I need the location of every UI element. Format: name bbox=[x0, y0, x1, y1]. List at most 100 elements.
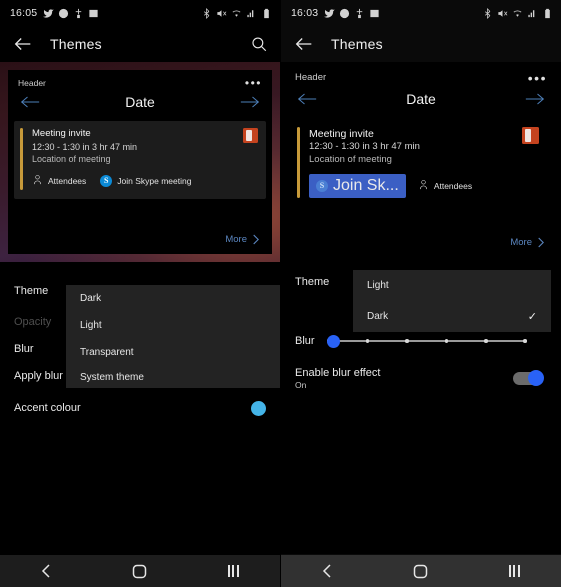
blur-slider[interactable] bbox=[326, 331, 533, 351]
slider-tick bbox=[444, 339, 449, 343]
search-icon[interactable] bbox=[250, 35, 268, 53]
blur-label: Blur bbox=[14, 342, 34, 355]
nav-back-icon[interactable] bbox=[27, 560, 67, 582]
back-arrow-icon[interactable] bbox=[293, 33, 315, 55]
slider-tick bbox=[405, 339, 409, 343]
accent-colour-label: Accent colour bbox=[14, 402, 81, 414]
accent-colour-swatch[interactable] bbox=[251, 400, 266, 416]
accessibility-icon bbox=[73, 8, 84, 19]
setting-row-enable-blur-effect[interactable]: Enable blur effect On bbox=[281, 358, 561, 398]
theme-dropdown-menu[interactable]: Light Dark ✓ bbox=[353, 270, 551, 332]
attendees-label: Attendees bbox=[48, 176, 87, 187]
page-title: Themes bbox=[331, 36, 383, 52]
dropdown-option-light[interactable]: Light bbox=[353, 270, 551, 301]
invite-time: 12:30 - 1:30 in 3 hr 47 min bbox=[32, 141, 138, 152]
next-day-arrow-icon[interactable] bbox=[525, 92, 545, 106]
preview-header-label: Header bbox=[18, 78, 46, 88]
attendees-action[interactable]: Attendees bbox=[32, 172, 86, 190]
twitter-icon bbox=[324, 8, 335, 19]
join-skype-label: Join Skype meeting bbox=[117, 176, 192, 187]
meeting-invite-item[interactable]: Meeting invite 12:30 - 1:30 in 3 hr 47 m… bbox=[291, 120, 551, 207]
right-phone-screen: 16:03 Themes Header ••• Date Meeting inv… bbox=[281, 0, 561, 587]
dropdown-option-light[interactable]: Light bbox=[66, 312, 280, 339]
nav-home-icon[interactable] bbox=[120, 560, 160, 582]
nav-recents-icon[interactable] bbox=[494, 560, 534, 582]
join-skype-label: Join Sk... bbox=[333, 176, 399, 194]
left-preview-card: Header ••• Date Meeting invite 12:30 - 1… bbox=[8, 70, 272, 254]
bluetooth-icon bbox=[482, 7, 493, 19]
dual-screenshot-comparison: 16:05 Themes Header ••• Date Meeting inv… bbox=[0, 0, 561, 587]
previous-day-arrow-icon[interactable] bbox=[297, 92, 317, 106]
theme-label: Theme bbox=[295, 276, 330, 288]
person-icon bbox=[418, 177, 429, 195]
theme-dropdown-menu[interactable]: Dark Light Transparent System theme bbox=[66, 285, 280, 388]
volume-mute-icon bbox=[497, 8, 508, 19]
left-app-bar: Themes bbox=[0, 26, 280, 62]
right-preview-card: Header ••• Date Meeting invite 12:30 - 1… bbox=[281, 62, 561, 262]
person-icon bbox=[32, 172, 43, 190]
opacity-label: Opacity bbox=[14, 315, 52, 328]
join-skype-action[interactable]: S Join Skype meeting bbox=[100, 175, 192, 188]
status-system-icons bbox=[201, 7, 272, 19]
right-app-bar: Themes bbox=[281, 26, 561, 62]
meeting-invite-item[interactable]: Meeting invite 12:30 - 1:30 in 3 hr 47 m… bbox=[14, 121, 266, 200]
status-system-icons bbox=[482, 7, 553, 19]
preview-date-label: Date bbox=[125, 94, 155, 110]
overflow-menu-icon[interactable]: ••• bbox=[245, 77, 262, 89]
back-arrow-icon[interactable] bbox=[12, 33, 34, 55]
photo-icon bbox=[88, 8, 99, 19]
left-navigation-bar bbox=[0, 555, 280, 587]
chevron-right-icon bbox=[538, 237, 544, 248]
more-link[interactable]: More bbox=[510, 237, 545, 248]
enable-blur-text-group: Enable blur effect On bbox=[295, 367, 380, 390]
twitter-icon bbox=[43, 8, 54, 19]
right-navigation-bar bbox=[281, 555, 561, 587]
wifi-icon bbox=[231, 8, 242, 19]
check-icon: ✓ bbox=[527, 311, 537, 323]
preview-date-label: Date bbox=[406, 91, 436, 107]
nav-home-icon[interactable] bbox=[401, 560, 441, 582]
invite-body: Meeting invite 12:30 - 1:30 in 3 hr 47 m… bbox=[32, 128, 237, 190]
slider-tick bbox=[523, 339, 527, 343]
slider-thumb[interactable] bbox=[326, 334, 340, 348]
attendees-label: Attendees bbox=[433, 180, 473, 191]
nav-recents-icon[interactable] bbox=[213, 560, 253, 582]
next-day-arrow-icon[interactable] bbox=[240, 95, 260, 109]
enable-blur-state: On bbox=[295, 379, 307, 390]
right-status-bar: 16:03 bbox=[281, 0, 561, 26]
previous-day-arrow-icon[interactable] bbox=[20, 95, 40, 109]
setting-row-accent-colour[interactable]: Accent colour bbox=[0, 393, 280, 423]
nav-back-icon[interactable] bbox=[308, 560, 348, 582]
left-status-bar: 16:05 bbox=[0, 0, 280, 26]
dropdown-option-dark[interactable]: Dark bbox=[66, 285, 280, 312]
toggle-knob bbox=[528, 369, 544, 386]
status-time: 16:05 bbox=[10, 7, 38, 19]
office-icon bbox=[522, 127, 539, 144]
accessibility-icon bbox=[354, 8, 365, 19]
dropdown-option-system-theme[interactable]: System theme bbox=[66, 366, 280, 388]
volume-mute-icon bbox=[216, 8, 227, 19]
skype-icon: S bbox=[316, 179, 328, 192]
preview-card-header: Header ••• bbox=[8, 70, 272, 90]
attendees-action[interactable]: Attendees bbox=[418, 177, 472, 195]
invite-accent-bar bbox=[297, 127, 300, 198]
battery-icon bbox=[542, 8, 553, 19]
preview-date-bar: Date bbox=[8, 90, 272, 118]
dropdown-option-transparent[interactable]: Transparent bbox=[66, 339, 280, 366]
bluetooth-icon bbox=[201, 7, 212, 19]
join-skype-action[interactable]: S Join Sk... bbox=[309, 173, 406, 198]
slider-tick bbox=[484, 339, 488, 343]
status-time: 16:03 bbox=[291, 7, 319, 19]
battery-icon bbox=[261, 8, 272, 19]
page-title: Themes bbox=[50, 36, 102, 52]
overflow-menu-icon[interactable]: ••• bbox=[528, 71, 547, 85]
clock-icon bbox=[58, 8, 69, 19]
setting-row-blur[interactable]: Blur bbox=[281, 324, 561, 358]
preview-header-label: Header bbox=[295, 72, 327, 83]
more-link[interactable]: More bbox=[225, 234, 260, 245]
enable-blur-toggle[interactable] bbox=[513, 369, 544, 386]
invite-actions: S Join Sk... Attendees bbox=[309, 173, 516, 198]
invite-location: Location of meeting bbox=[309, 153, 392, 165]
status-notification-icons bbox=[43, 8, 99, 19]
enable-blur-label: Enable blur effect bbox=[295, 366, 381, 379]
